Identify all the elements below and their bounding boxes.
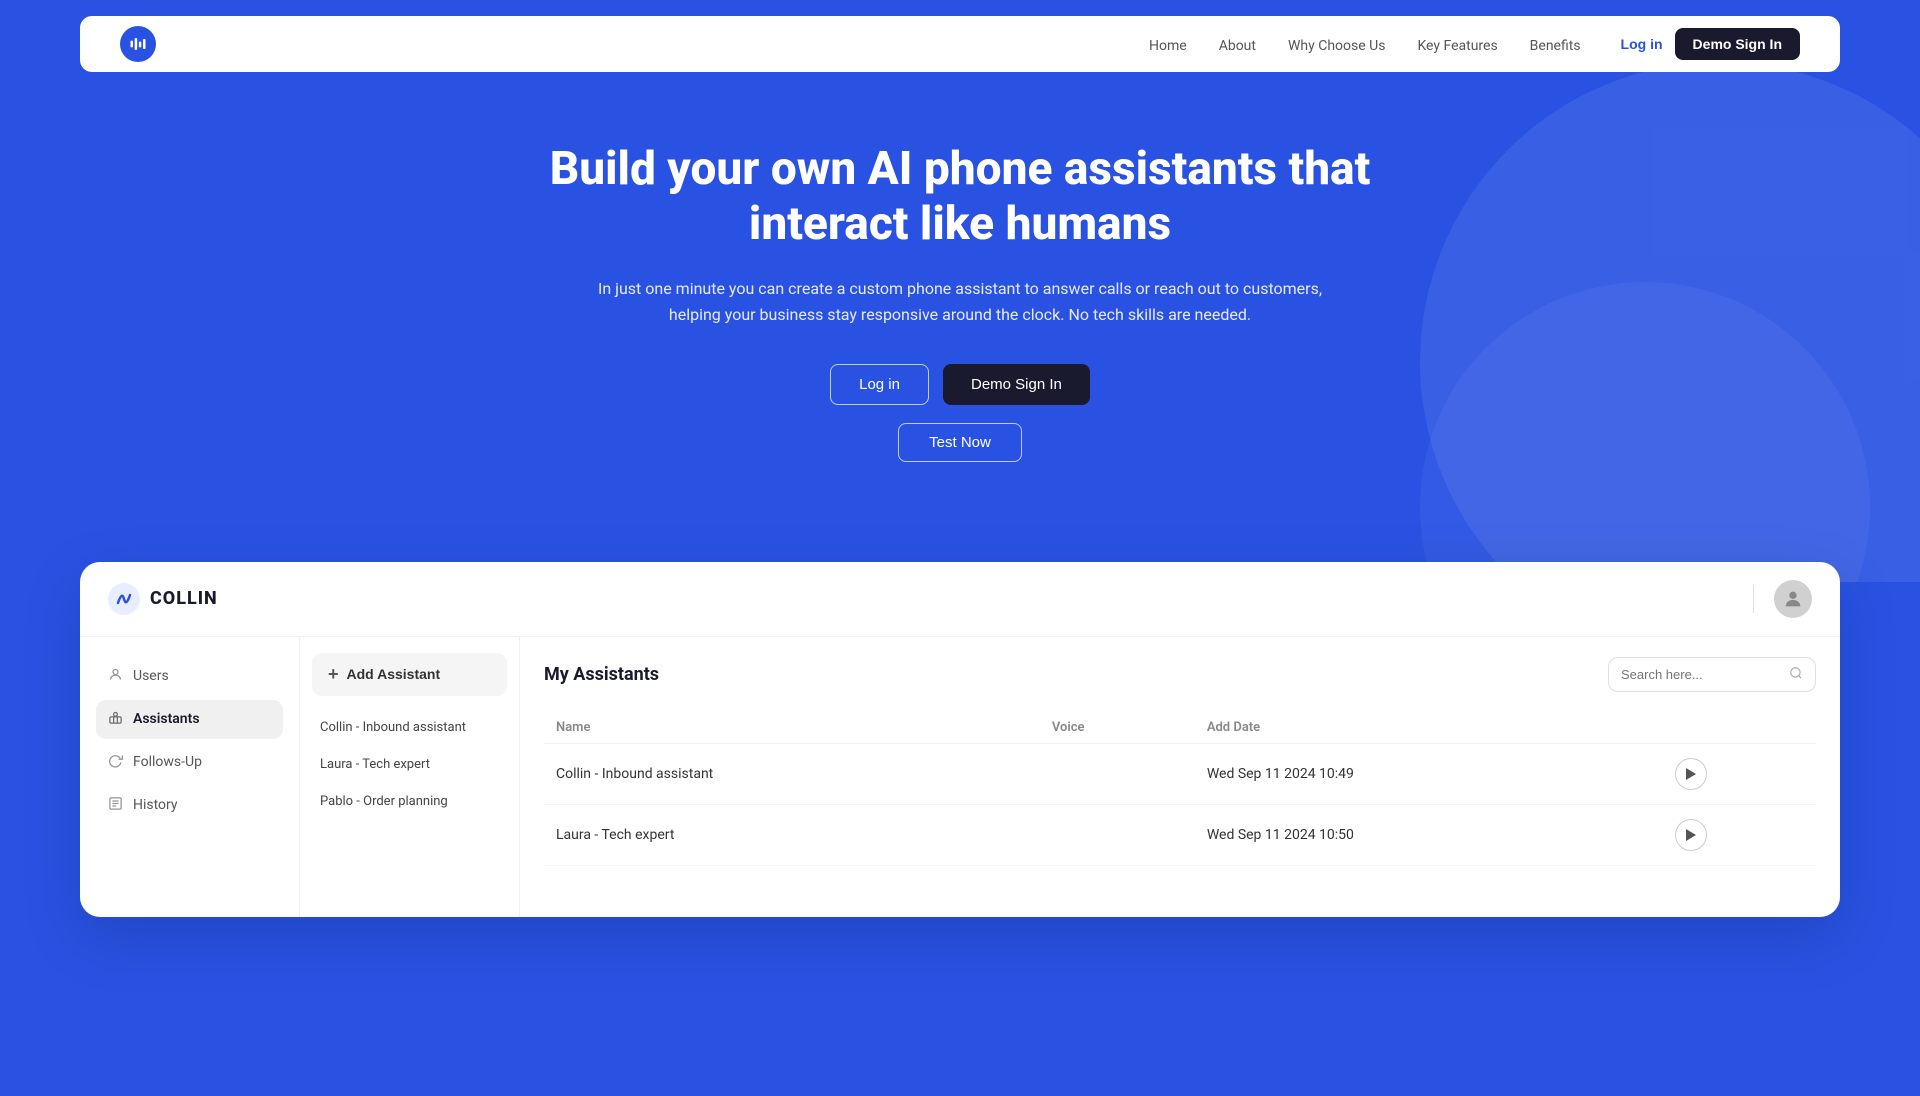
play-button-2[interactable] (1675, 819, 1707, 851)
nav-demo-signin-button[interactable]: Demo Sign In (1675, 28, 1800, 60)
nav-logo (120, 26, 156, 62)
row-2-name: Laura - Tech expert (544, 804, 1040, 865)
dash-body: Users Assistants (80, 637, 1840, 917)
col-header-date: Add Date (1195, 712, 1663, 744)
dash-logo: COLLIN (108, 583, 218, 615)
dashboard-wrapper: COLLIN Users (0, 562, 1920, 917)
search-input[interactable] (1621, 667, 1781, 682)
nav-link-about[interactable]: About (1219, 38, 1256, 54)
dashboard-card: COLLIN Users (80, 562, 1840, 917)
hero-demo-button[interactable]: Demo Sign In (943, 364, 1090, 405)
users-icon (108, 667, 123, 686)
row-2-voice (1040, 804, 1195, 865)
panel-header: My Assistants (544, 657, 1816, 692)
plus-icon: + (328, 664, 339, 685)
sidebar-item-history-label: History (133, 797, 178, 813)
nav-actions: Log in Demo Sign In (1621, 28, 1800, 60)
sidebar-item-follows-up[interactable]: Follows-Up (96, 743, 283, 782)
hero-section: Build your own AI phone assistants that … (0, 72, 1920, 582)
logo-icon (120, 26, 156, 62)
nav-link-features[interactable]: Key Features (1417, 38, 1497, 54)
col-header-action (1663, 712, 1816, 744)
row-1-date: Wed Sep 11 2024 10:49 (1195, 743, 1663, 804)
add-assistant-label: Add Assistant (347, 666, 441, 682)
hero-login-button[interactable]: Log in (830, 364, 929, 405)
sidebar-item-users[interactable]: Users (96, 657, 283, 696)
assistants-table: Name Voice Add Date Collin - Inbound ass… (544, 712, 1816, 866)
nav-links: Home About Why Choose Us Key Features Be… (1149, 35, 1581, 54)
panel-title: My Assistants (544, 664, 659, 685)
assistants-icon (108, 710, 123, 729)
sidebar-item-assistants[interactable]: Assistants (96, 700, 283, 739)
hero-test-now-button[interactable]: Test Now (898, 423, 1022, 462)
table-row: Laura - Tech expert Wed Sep 11 2024 10:5… (544, 804, 1816, 865)
follows-up-icon (108, 753, 123, 772)
nav-link-why[interactable]: Why Choose Us (1288, 38, 1385, 54)
table-row: Collin - Inbound assistant Wed Sep 11 20… (544, 743, 1816, 804)
hero-buttons: Log in Demo Sign In (20, 364, 1900, 405)
hero-subtext: In just one minute you can create a cust… (590, 276, 1330, 327)
dash-logo-icon (108, 583, 140, 615)
nav-link-benefits[interactable]: Benefits (1530, 38, 1581, 54)
sidebar-item-users-label: Users (133, 668, 169, 684)
my-assistants-panel: My Assistants Name Vo (520, 637, 1840, 917)
col-header-voice: Voice (1040, 712, 1195, 744)
col-header-name: Name (544, 712, 1040, 744)
dash-avatar[interactable] (1774, 580, 1812, 618)
assistant-list-item-pablo[interactable]: Pablo - Order planning (312, 784, 507, 819)
row-1-name: Collin - Inbound assistant (544, 743, 1040, 804)
nav-login-button[interactable]: Log in (1621, 36, 1663, 52)
add-assistant-button[interactable]: + Add Assistant (312, 653, 507, 696)
row-2-date: Wed Sep 11 2024 10:50 (1195, 804, 1663, 865)
search-icon (1789, 665, 1803, 684)
play-button-1[interactable] (1675, 758, 1707, 790)
dash-header-divider (1753, 585, 1754, 613)
assistant-list-item-collin[interactable]: Collin - Inbound assistant (312, 710, 507, 745)
sidebar-item-assistants-label: Assistants (133, 711, 200, 727)
row-2-action (1663, 804, 1816, 865)
search-box (1608, 657, 1816, 692)
dash-sidebar: Users Assistants (80, 637, 300, 917)
dash-brand-name: COLLIN (150, 588, 218, 609)
dash-header: COLLIN (80, 562, 1840, 637)
assistant-list-item-laura[interactable]: Laura - Tech expert (312, 747, 507, 782)
hero-headline: Build your own AI phone assistants that … (530, 142, 1390, 252)
row-1-action (1663, 743, 1816, 804)
row-1-voice (1040, 743, 1195, 804)
hero-test-now-wrapper: Test Now (20, 423, 1900, 462)
history-icon (108, 796, 123, 815)
nav-link-home[interactable]: Home (1149, 38, 1187, 54)
sidebar-item-history[interactable]: History (96, 786, 283, 825)
navbar: Home About Why Choose Us Key Features Be… (80, 16, 1840, 72)
assistants-list-panel: + Add Assistant Collin - Inbound assista… (300, 637, 520, 917)
sidebar-item-follows-up-label: Follows-Up (133, 754, 202, 770)
